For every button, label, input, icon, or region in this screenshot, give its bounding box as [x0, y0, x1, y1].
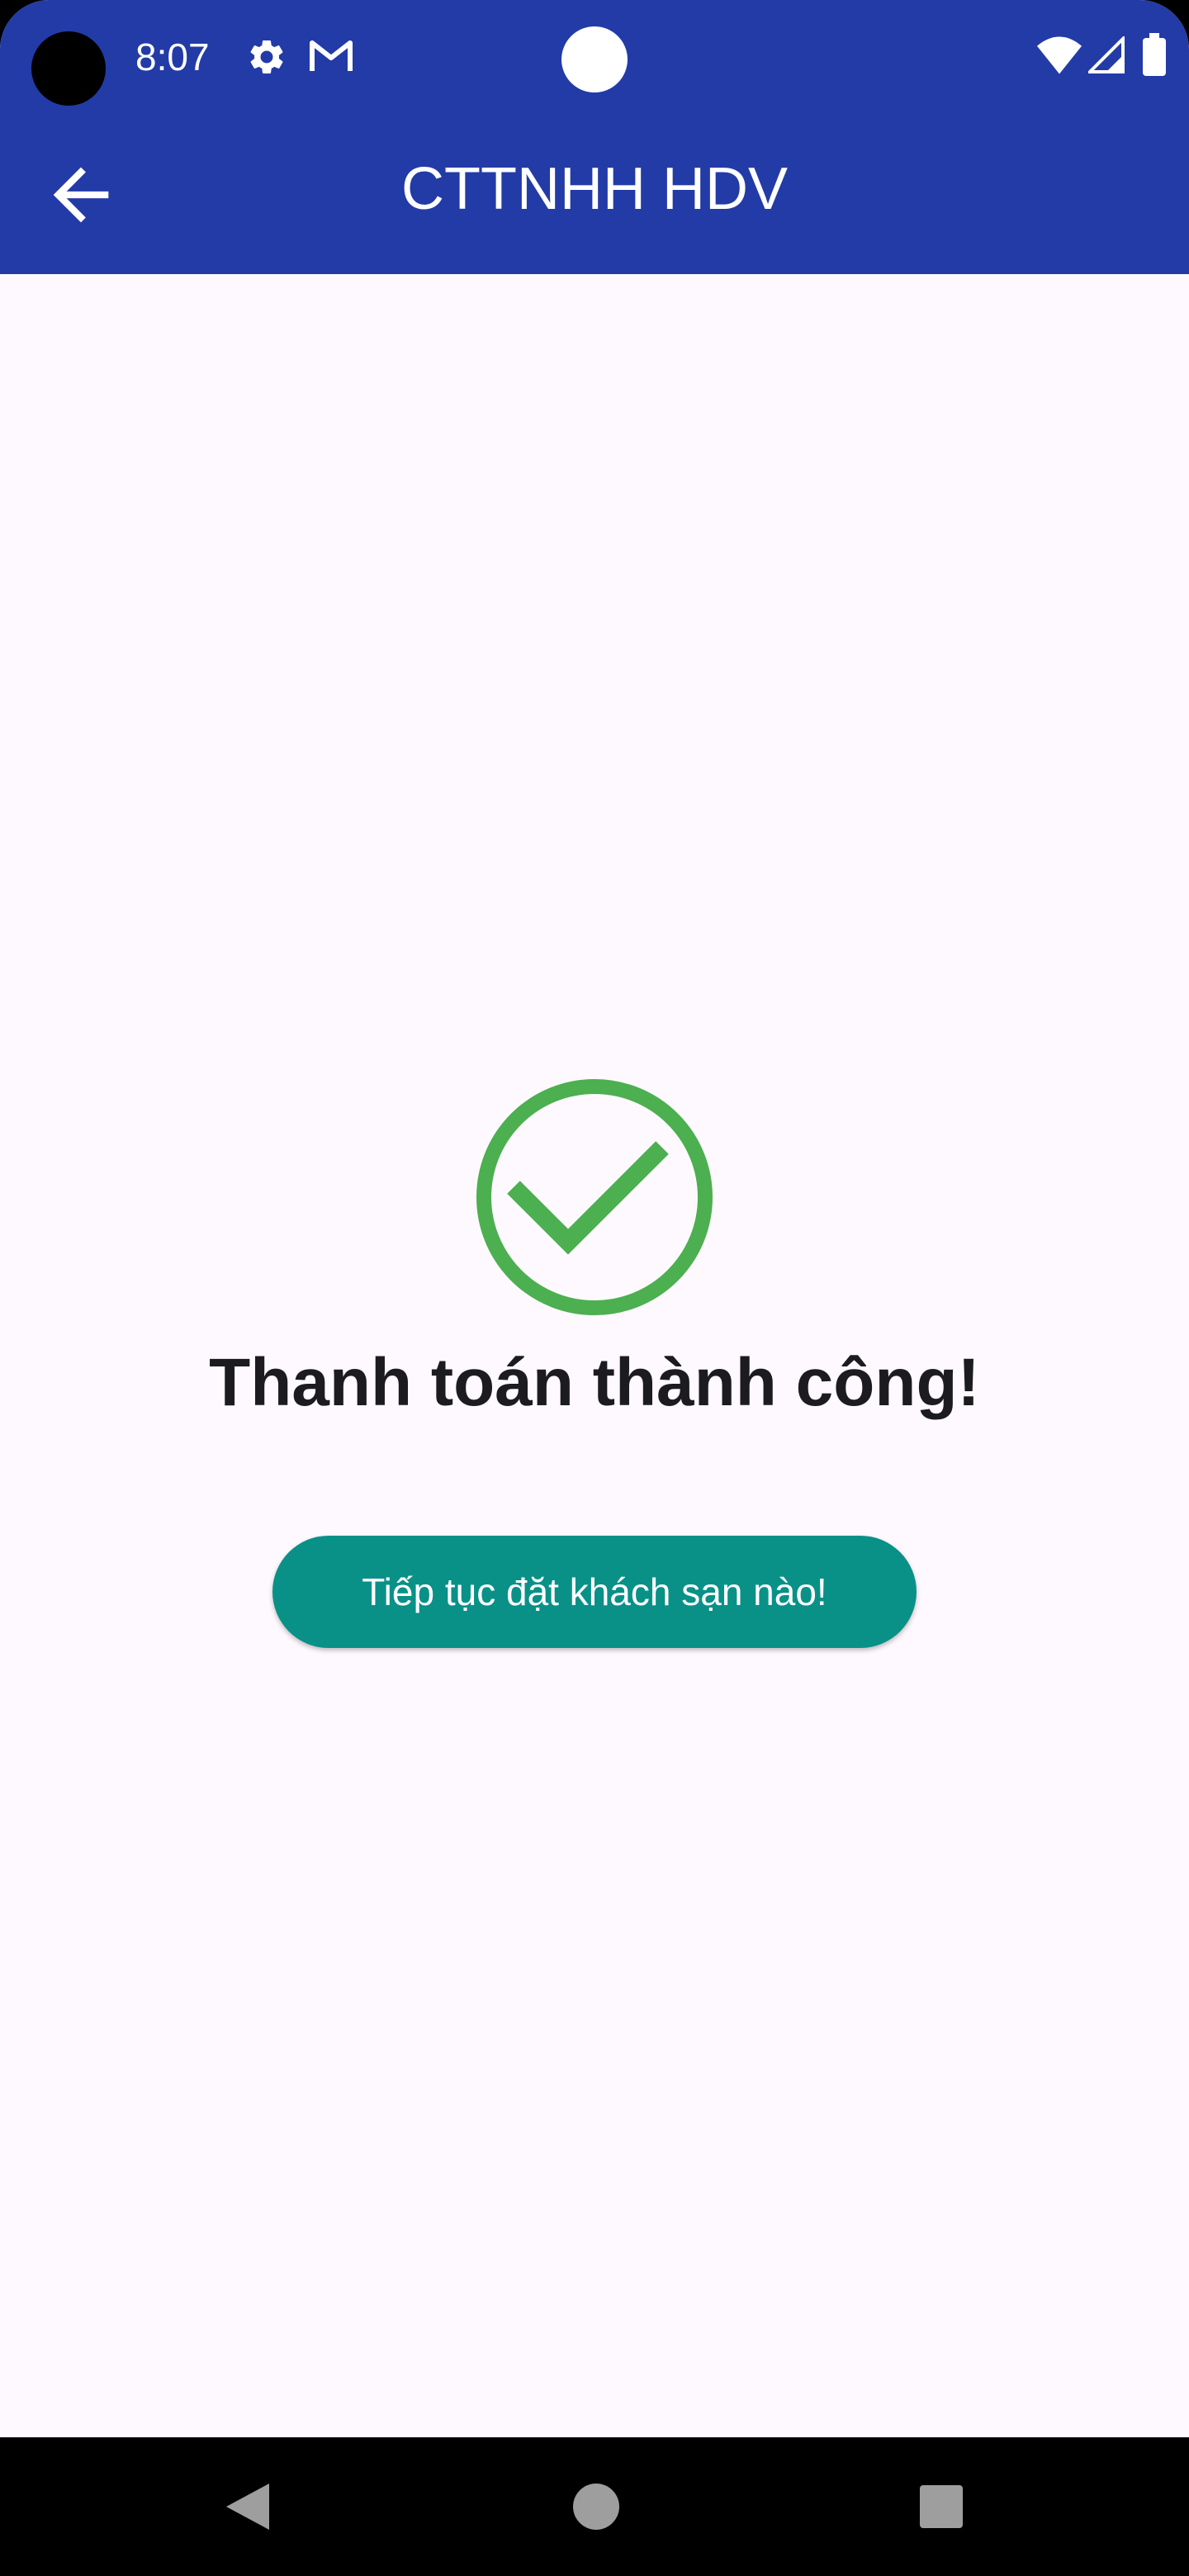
- status-time: 8:07: [135, 36, 210, 78]
- continue-booking-label: Tiếp tục đặt khách sạn nào!: [362, 1570, 827, 1613]
- continue-booking-button[interactable]: Tiếp tục đặt khách sạn nào!: [272, 1536, 917, 1648]
- check-circle-icon: [471, 1073, 718, 1321]
- phone-screen: 8:07 CTTNHH HDV Thanh toán thành công! T…: [0, 0, 1189, 2576]
- back-triangle-icon[interactable]: [216, 2474, 282, 2540]
- status-bar: 8:07: [0, 0, 1189, 116]
- battery-icon: [1143, 33, 1166, 80]
- signal-icon: [1086, 35, 1125, 78]
- settings-icon: [246, 36, 287, 82]
- gmail-icon: [309, 38, 353, 78]
- home-circle-icon[interactable]: [563, 2474, 629, 2540]
- camera-cutout: [31, 31, 106, 106]
- recents-square-icon[interactable]: [908, 2474, 974, 2540]
- system-navigation-bar: [0, 2437, 1189, 2576]
- front-sensor: [561, 26, 628, 92]
- wifi-icon: [1037, 36, 1082, 78]
- app-bar: CTTNHH HDV: [0, 116, 1189, 274]
- payment-success-title: Thanh toán thành công!: [209, 1345, 980, 1420]
- app-title: CTTNHH HDV: [401, 156, 788, 222]
